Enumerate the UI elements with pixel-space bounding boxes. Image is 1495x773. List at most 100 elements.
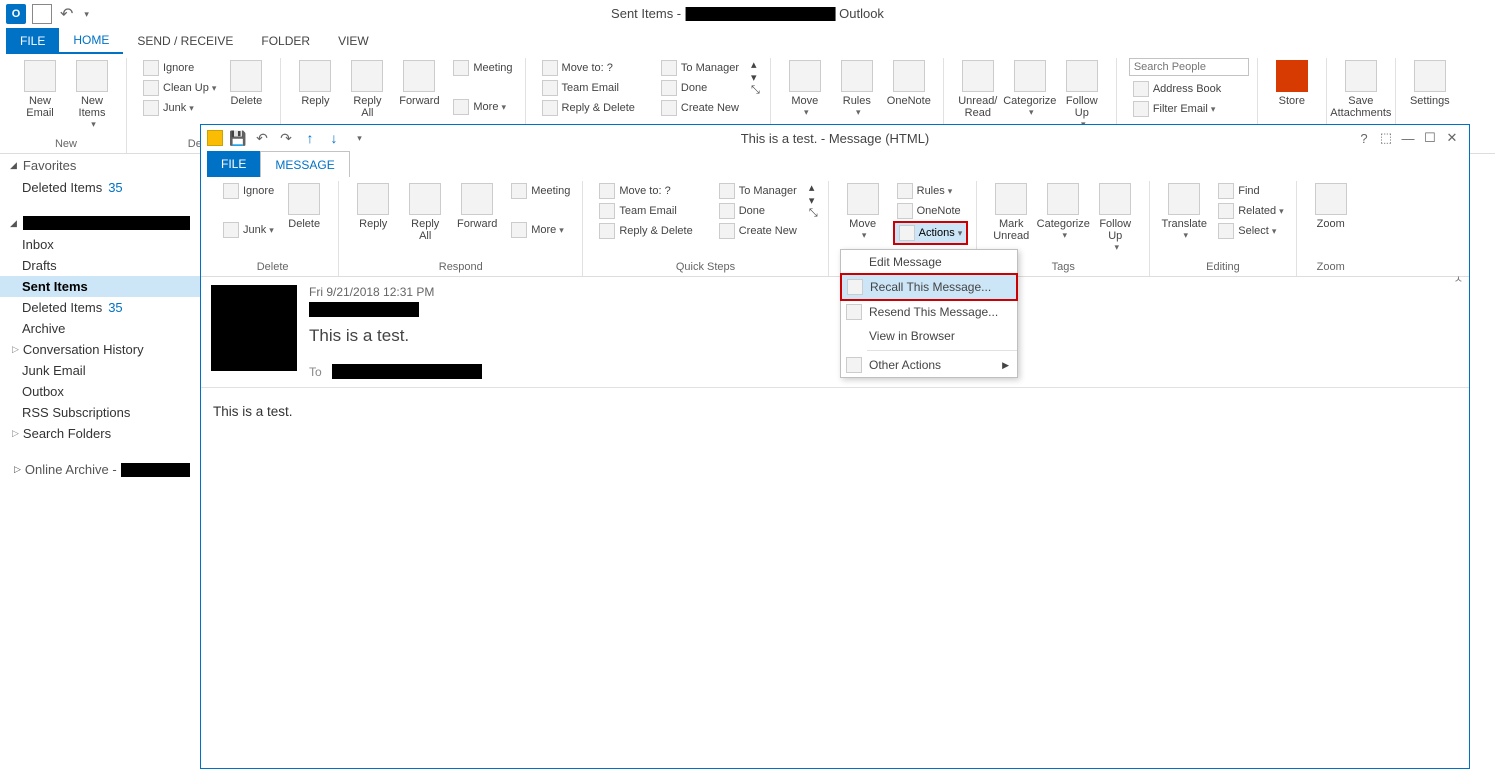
store-button[interactable]: Store	[1267, 58, 1317, 109]
msg-forward-button[interactable]: Forward	[452, 181, 502, 232]
msg-qs-team-email[interactable]: Team Email	[595, 201, 696, 221]
msg-categorize-button[interactable]: Categorize	[1038, 181, 1088, 243]
tab-file[interactable]: FILE	[6, 28, 59, 54]
msg-tab-message[interactable]: MESSAGE	[260, 151, 349, 177]
qs-expand[interactable]: ⤡	[749, 84, 762, 97]
folder-drafts[interactable]: Drafts	[0, 255, 200, 276]
msg-actions-button[interactable]: Actions	[893, 221, 969, 245]
qa-customize[interactable]	[349, 129, 367, 147]
favorites-header[interactable]: ◢Favorites	[0, 154, 200, 177]
msg-meeting-button[interactable]: Meeting	[507, 181, 574, 201]
more-respond-button[interactable]: More	[449, 97, 516, 117]
help-icon[interactable]: ?	[1353, 129, 1375, 147]
ribbon-display-icon[interactable]: ⬚	[1375, 129, 1397, 147]
msg-mark-unread-button[interactable]: Mark Unread	[986, 181, 1036, 244]
send-receive-qa-icon[interactable]	[32, 4, 52, 24]
save-icon[interactable]: 💾	[229, 129, 247, 147]
qs-to-manager[interactable]: To Manager	[657, 58, 743, 78]
find-button[interactable]: Find	[1214, 181, 1287, 201]
folder-conversation-history[interactable]: ▷Conversation History	[0, 339, 200, 360]
qs-reply-delete[interactable]: Reply & Delete	[538, 98, 639, 118]
tab-send-receive[interactable]: SEND / RECEIVE	[123, 28, 247, 54]
folder-search-folders[interactable]: ▷Search Folders	[0, 423, 200, 444]
unread-read-button[interactable]: Unread/ Read	[953, 58, 1003, 121]
msg-qs-to-manager[interactable]: To Manager	[715, 181, 801, 201]
save-attachments-button[interactable]: Save Attachments	[1336, 58, 1386, 121]
reply-all-button[interactable]: Reply All	[342, 58, 392, 121]
junk-button[interactable]: Junk	[139, 98, 220, 118]
msg-ignore-button[interactable]: Ignore	[219, 181, 278, 201]
ribbon-collapse-button[interactable]: ㅅ	[1454, 271, 1463, 286]
msg-move-button[interactable]: Move	[838, 181, 888, 243]
undo-icon[interactable]: ↶	[60, 4, 73, 24]
msg-onenote-button[interactable]: OneNote	[893, 201, 969, 221]
move-button[interactable]: Move	[780, 58, 830, 120]
search-people-input[interactable]	[1129, 58, 1249, 76]
reply-button[interactable]: Reply	[290, 58, 340, 109]
tab-home[interactable]: HOME	[59, 28, 123, 54]
followup-button[interactable]: Follow Up	[1057, 58, 1107, 132]
msg-reply-all-button[interactable]: Reply All	[400, 181, 450, 244]
msg-more-respond-button[interactable]: More	[507, 220, 574, 240]
qs-team-email[interactable]: Team Email	[538, 78, 639, 98]
msg-qs-expand[interactable]: ⤡	[807, 207, 820, 220]
filter-email-button[interactable]: Filter Email	[1129, 99, 1249, 119]
tab-view[interactable]: VIEW	[324, 28, 383, 54]
folder-rss[interactable]: RSS Subscriptions	[0, 402, 200, 423]
qs-create-new[interactable]: Create New	[657, 98, 743, 118]
minimize-button[interactable]: —	[1397, 129, 1419, 147]
address-book-button[interactable]: Address Book	[1129, 79, 1249, 99]
qs-move-to[interactable]: Move to: ?	[538, 58, 639, 78]
msg-tab-file[interactable]: FILE	[207, 151, 260, 177]
settings-button[interactable]: Settings	[1405, 58, 1455, 109]
qs-up[interactable]: ▴	[749, 58, 762, 71]
maximize-button[interactable]: ☐	[1419, 129, 1441, 147]
menu-recall-message[interactable]: Recall This Message...	[840, 273, 1018, 301]
folder-junk-email[interactable]: Junk Email	[0, 360, 200, 381]
qs-done[interactable]: Done	[657, 78, 743, 98]
msg-followup-button[interactable]: Follow Up	[1090, 181, 1140, 255]
msg-delete-button[interactable]: Delete	[279, 181, 329, 232]
related-button[interactable]: Related	[1214, 201, 1287, 221]
folder-sent-items[interactable]: Sent Items	[0, 276, 200, 297]
menu-other-actions[interactable]: Other Actions▶	[841, 353, 1017, 377]
delete-button[interactable]: Delete	[221, 58, 271, 109]
msg-reply-button[interactable]: Reply	[348, 181, 398, 232]
tab-folder[interactable]: FOLDER	[247, 28, 324, 54]
folder-archive[interactable]: Archive	[0, 318, 200, 339]
folder-deleted-items[interactable]: Deleted Items35	[0, 297, 200, 318]
close-button[interactable]: ✕	[1441, 129, 1463, 147]
msg-qs-up[interactable]: ▴	[807, 181, 820, 194]
folder-outbox[interactable]: Outbox	[0, 381, 200, 402]
menu-view-in-browser[interactable]: View in Browser	[841, 324, 1017, 348]
msg-rules-button[interactable]: Rules	[893, 181, 969, 201]
rules-button[interactable]: Rules	[832, 58, 882, 120]
favorites-deleted-items[interactable]: Deleted Items35	[0, 177, 200, 198]
menu-resend-message[interactable]: Resend This Message...	[841, 300, 1017, 324]
translate-button[interactable]: Translate	[1159, 181, 1209, 243]
msg-qs-reply-delete[interactable]: Reply & Delete	[595, 221, 696, 241]
account-header[interactable]: ◢	[0, 212, 200, 234]
msg-qs-down[interactable]: ▾	[807, 194, 820, 207]
redo-icon[interactable]: ↷	[277, 129, 295, 147]
cleanup-button[interactable]: Clean Up	[139, 78, 220, 98]
onenote-button[interactable]: OneNote	[884, 58, 934, 109]
msg-qs-done[interactable]: Done	[715, 201, 801, 221]
next-item-icon[interactable]: ↓	[325, 129, 343, 147]
ignore-button[interactable]: Ignore	[139, 58, 220, 78]
folder-inbox[interactable]: Inbox	[0, 234, 200, 255]
select-button[interactable]: Select	[1214, 221, 1287, 241]
previous-item-icon[interactable]: ↑	[301, 129, 319, 147]
msg-qs-move-to[interactable]: Move to: ?	[595, 181, 696, 201]
msg-junk-button[interactable]: Junk	[219, 220, 278, 240]
forward-button[interactable]: Forward	[394, 58, 444, 109]
menu-edit-message[interactable]: Edit Message	[841, 250, 1017, 274]
meeting-button[interactable]: Meeting	[449, 58, 516, 78]
qs-down[interactable]: ▾	[749, 71, 762, 84]
new-email-button[interactable]: New Email	[15, 58, 65, 121]
zoom-button[interactable]: Zoom	[1306, 181, 1356, 232]
undo-dropdown[interactable]	[81, 8, 89, 20]
categorize-button[interactable]: Categorize	[1005, 58, 1055, 120]
msg-qs-create-new[interactable]: Create New	[715, 221, 801, 241]
undo-icon[interactable]: ↶	[253, 129, 271, 147]
